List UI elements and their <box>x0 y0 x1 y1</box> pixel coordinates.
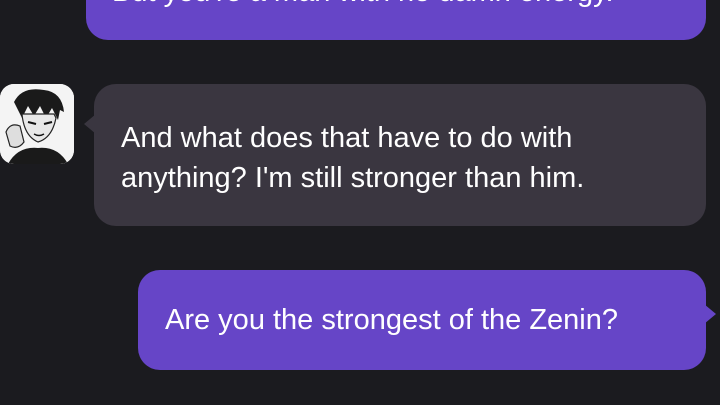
message-text: And what does that have to do with anyth… <box>121 122 585 194</box>
manga-character-avatar-icon <box>0 84 74 164</box>
chat-screen: But you're a man with no damn energy. An… <box>0 0 720 405</box>
user-message-bubble: But you're a man with no damn energy. <box>86 0 706 40</box>
character-message-bubble: And what does that have to do with anyth… <box>84 84 706 226</box>
user-message-bubble: Are you the strongest of the Zenin? <box>138 270 716 370</box>
message-text: Are you the strongest of the Zenin? <box>165 304 618 336</box>
character-avatar[interactable] <box>0 84 74 164</box>
message-text: But you're a man with no damn energy. <box>112 0 686 12</box>
